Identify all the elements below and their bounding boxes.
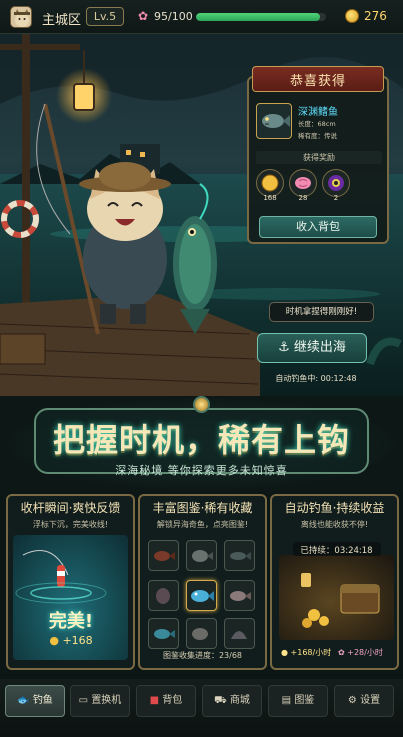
coin-icon (345, 9, 359, 23)
nav-tab-shop[interactable]: ⛟ 商城 (202, 685, 262, 717)
fish-icon: 🐟 (17, 695, 33, 706)
continue-label: 继续出海 (293, 340, 346, 355)
nav-label: 背包 (162, 695, 183, 706)
anchor-icon: ⚓ (278, 340, 294, 355)
perfect-label: 完美! (48, 611, 94, 632)
eye-gem-icon (322, 169, 350, 197)
energy-text: 95/100 (154, 10, 193, 23)
backpack-icon: ■ (149, 695, 163, 706)
brain-rate: ✿ +28/小时 (338, 647, 383, 658)
fish-rarity-value: 传说 (324, 132, 337, 140)
banner-subline: 深海秘境 等你探索更多未知惊喜 (115, 464, 288, 477)
level-badge: Lv.5 (86, 7, 124, 26)
collection-slot (186, 618, 217, 649)
nav-tab-fishing[interactable]: 🐟 钓鱼 (5, 685, 65, 717)
collection-progress: 图鉴收集进度：23/68 (162, 651, 243, 660)
nav-label: 图鉴 (294, 695, 315, 706)
energy-bar (196, 13, 326, 21)
coin-icon (256, 169, 284, 197)
banner-headline: 把握时机，稀有上钩 (52, 421, 350, 459)
collection-slot-selected (186, 580, 217, 611)
location-label: 主城区 (42, 13, 82, 28)
coin-rate: ● +168/小时 (281, 647, 331, 658)
brain-icon (289, 169, 317, 197)
nav-tab-settings[interactable]: ⚙ 设置 (334, 685, 394, 717)
nav-tab-backpack[interactable]: ■ 背包 (136, 685, 196, 717)
fish-length-label: 长度： (298, 120, 318, 128)
card-title: 自动钓鱼·持续收益 (284, 501, 385, 515)
perfect-reward: ● +168 (16, 634, 126, 647)
machine-icon: ▭ (78, 695, 92, 706)
fish-length: 长度：68cm (298, 118, 336, 128)
collect-to-bag-button[interactable]: 收入背包 (259, 216, 377, 238)
cart-icon: ⛟ (214, 695, 230, 706)
card-title: 丰富图鉴·稀有收藏 (152, 501, 253, 515)
collection-slot (224, 580, 255, 611)
nav-tab-exchange[interactable]: ▭ 置换机 (70, 685, 130, 717)
collection-slot (148, 618, 179, 649)
auto-duration: 已持续：03:24:18 (300, 546, 373, 556)
collection-slot (186, 540, 217, 571)
energy-bar-fill (196, 13, 320, 21)
coin-icon: ● (49, 634, 63, 647)
collection-slot (224, 618, 255, 649)
coin-icon: ● (281, 648, 291, 657)
collection-slot (148, 580, 179, 611)
fish-length-value: 68cm (317, 120, 336, 128)
reward-gem-value: 2 (333, 194, 339, 202)
reward-title: 恭喜获得 (289, 74, 346, 89)
player-avatar[interactable] (10, 6, 32, 28)
gear-icon: ⚙ (347, 695, 361, 706)
card-title: 收杆瞬间·爽快反馈 (20, 501, 121, 515)
brain-icon: ✿ (138, 9, 149, 23)
card-subtitle: 离线也能收获不停! (300, 520, 369, 529)
collection-slot (224, 540, 255, 571)
continue-sailing-button[interactable]: ⚓ 继续出海 (257, 333, 367, 363)
eye-gem-icon (193, 396, 210, 413)
card-subtitle: 浮标下沉，完美收线! (32, 520, 109, 529)
fish-thumbnail (256, 103, 292, 139)
speech-bubble: 时机拿捏得刚刚好! (269, 302, 374, 322)
card-subtitle: 解锁异海奇鱼，点亮图鉴! (156, 520, 249, 529)
coin-count: 276 (364, 9, 387, 23)
perfect-amount: +168 (62, 634, 93, 647)
brain-icon: ✿ (338, 648, 348, 657)
auto-fishing-timer: 自动钓鱼中: 00:12:48 (275, 374, 357, 383)
nav-tab-collection[interactable]: ▤ 图鉴 (268, 685, 328, 717)
brain-rate-value: +28/小时 (347, 648, 383, 657)
fish-rarity-label: 稀有度： (298, 132, 324, 140)
collection-slot (148, 540, 179, 571)
book-icon: ▤ (281, 695, 295, 706)
fish-rarity: 稀有度：传说 (298, 130, 337, 140)
fish-name: 深渊鳍鱼 (298, 107, 338, 118)
coin-rate-value: +168/小时 (290, 648, 332, 657)
nav-label: 商城 (229, 695, 250, 706)
treasure-illustration (279, 555, 394, 640)
nav-label: 钓鱼 (32, 695, 53, 706)
nav-label: 设置 (360, 695, 381, 706)
nav-label: 置换机 (91, 695, 122, 706)
rewards-label: 获得奖励 (256, 151, 382, 164)
